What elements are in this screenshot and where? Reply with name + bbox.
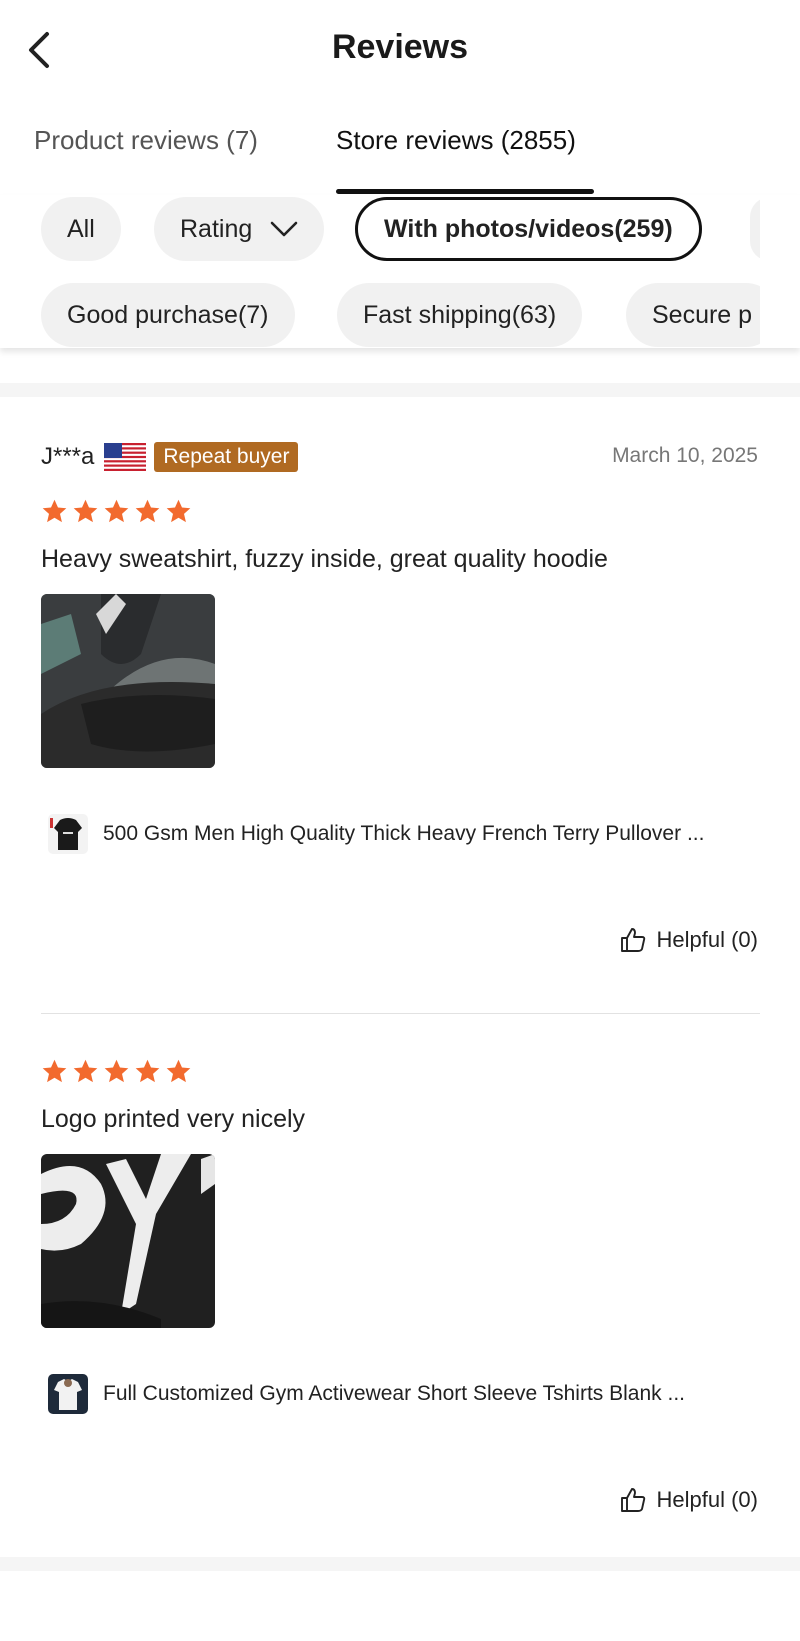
filter-chip-label: Fast shipping(63) [363,300,557,329]
product-thumbnail [48,814,88,854]
star-icon [135,1059,160,1083]
star-rating [41,1058,192,1085]
chevron-down-icon [270,221,298,237]
star-rating [41,498,192,525]
review-photo-image [41,1154,215,1328]
tab-product-reviews[interactable]: Product reviews (7) [34,125,258,156]
page-title: Reviews [331,28,469,66]
helpful-button[interactable]: Helpful (0) [619,1486,758,1514]
review-text: Heavy sweatshirt, fuzzy inside, great qu… [41,545,608,573]
tab-store-reviews[interactable]: Store reviews (2855) [336,125,576,156]
filter-chip-rating[interactable]: Rating [154,197,325,261]
review-date: March 10, 2025 [612,444,758,467]
repeat-buyer-badge: Repeat buyer [154,442,299,472]
filter-chip-all[interactable]: All [41,197,121,261]
product-link[interactable]: 500 Gsm Men High Quality Thick Heavy Fre… [48,812,704,856]
star-icon [73,1059,98,1083]
filter-chip-label: Secure p [652,300,753,329]
filter-chip-good-purchase[interactable]: Good purchase(7) [41,283,295,347]
star-icon [104,499,129,523]
review-photo-image [41,594,215,768]
review-text: Logo printed very nicely [41,1105,306,1133]
review-divider [41,1013,760,1014]
filter-chip-label: Good purchase(7) [67,300,269,329]
us-flag-icon [104,443,147,471]
filter-bar-edge [760,195,800,348]
star-icon [166,499,191,523]
reviewer-info: J***a Repeat buyer [41,440,299,474]
star-icon [166,1059,191,1083]
thumbs-up-icon [620,1488,645,1512]
star-icon [104,1059,129,1083]
review-photo[interactable] [41,594,215,768]
helpful-label: Helpful (0) [656,927,758,952]
star-icon [42,1059,67,1083]
filter-chip-fast-shipping[interactable]: Fast shipping(63) [337,283,583,347]
helpful-button[interactable]: Helpful (0) [619,926,758,954]
star-icon [135,499,160,523]
filter-chip-label: Rating [180,214,253,243]
reviewer-name: J***a [41,443,95,470]
helpful-label: Helpful (0) [656,1487,758,1512]
filter-chip-with-photos[interactable]: With photos/videos(259) [355,197,702,261]
star-icon [73,499,98,523]
product-name: Full Customized Gym Activewear Short Sle… [103,1382,685,1405]
active-tab-indicator [336,189,594,194]
tshirt-thumbnail-image [48,1374,88,1414]
tab-bar: Product reviews (7) Store reviews (2855) [0,105,800,196]
review-photo[interactable] [41,1154,215,1328]
product-link[interactable]: Full Customized Gym Activewear Short Sle… [48,1372,685,1416]
star-icon [42,499,67,523]
hoodie-thumbnail-image [48,814,88,854]
product-thumbnail [48,1374,88,1414]
filter-chip-label: All [67,214,95,243]
header: Reviews [0,0,800,100]
filter-chip-secure[interactable]: Secure p [626,283,779,347]
filter-chip-label: With photos/videos(259) [384,214,673,243]
section-separator [0,1557,800,1571]
thumbs-up-icon [620,928,645,952]
filter-bar: All Rating With photos/videos(259) Good … [0,195,800,348]
section-separator [0,383,800,397]
product-name: 500 Gsm Men High Quality Thick Heavy Fre… [103,822,705,845]
